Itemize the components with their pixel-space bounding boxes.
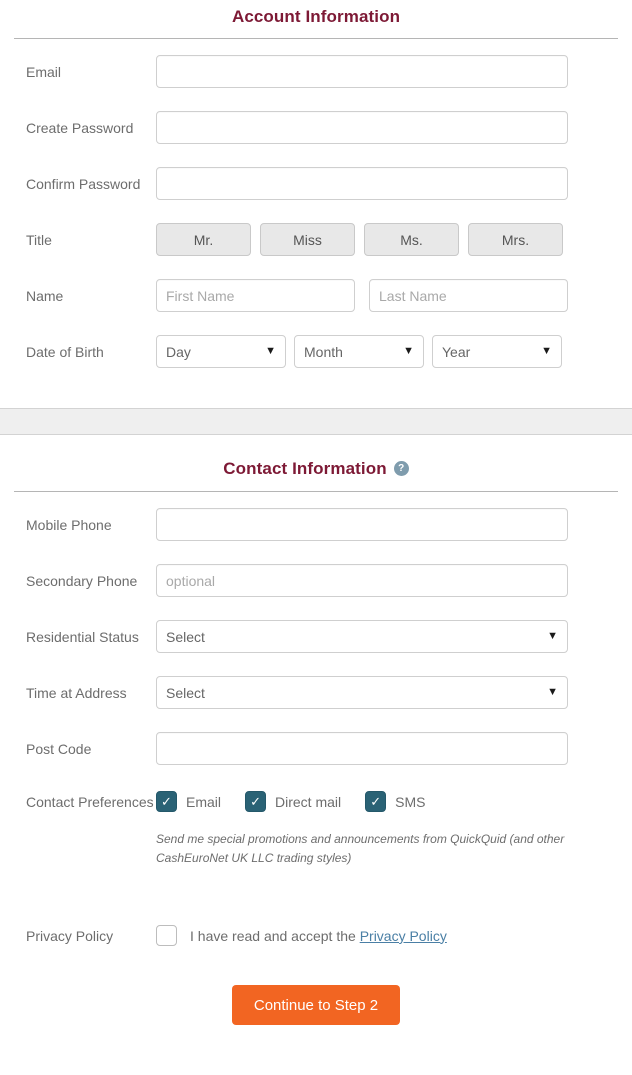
contact-pref-email-label: Email (186, 793, 222, 810)
secondary-phone-input[interactable] (156, 564, 568, 597)
time-at-address-value: Select (166, 684, 205, 701)
account-section-title: Account Information (231, 7, 401, 26)
dob-day-value: Day (166, 343, 191, 360)
post-code-label: Post Code (26, 740, 92, 757)
dob-year-select[interactable]: Year ▼ (432, 335, 562, 368)
privacy-policy-checkbox[interactable] (156, 925, 177, 947)
privacy-policy-row: Privacy Policy I have read and accept th… (0, 925, 632, 947)
account-section-divider (14, 38, 618, 39)
confirm-password-input[interactable] (156, 167, 568, 200)
residential-status-select[interactable]: Select ▼ (156, 620, 568, 653)
create-password-label: Create Password (26, 119, 134, 136)
post-code-input[interactable] (156, 732, 568, 765)
contact-section-title: Contact Information (223, 459, 387, 478)
residential-status-value: Select (166, 628, 205, 645)
dob-year-value: Year (442, 343, 471, 360)
contact-pref-sms-label: SMS (395, 793, 426, 810)
create-password-input[interactable] (156, 111, 568, 144)
privacy-policy-link[interactable]: Privacy Policy (360, 928, 447, 944)
email-row: Email (0, 55, 632, 88)
confirm-password-row: Confirm Password (0, 167, 632, 200)
privacy-policy-accept-prefix: I have read and accept the (190, 927, 360, 944)
privacy-policy-label: Privacy Policy (26, 927, 114, 944)
create-password-row: Create Password (0, 111, 632, 144)
date-of-birth-label: Date of Birth (26, 343, 104, 360)
continue-to-step-2-button[interactable]: Continue to Step 2 (231, 985, 401, 1026)
post-code-row: Post Code (0, 732, 632, 765)
chevron-down-icon: ▼ (541, 345, 552, 357)
question-mark-icon[interactable]: ? (393, 461, 409, 476)
title-option-miss[interactable]: Miss (260, 223, 355, 256)
title-option-mrs[interactable]: Mrs. (468, 223, 563, 256)
privacy-policy-accept-text: I have read and accept the Privacy Polic… (190, 928, 447, 944)
name-row: Name (0, 279, 632, 312)
chevron-down-icon: ▼ (547, 686, 558, 698)
contact-pref-direct-mail-label: Direct mail (275, 793, 342, 810)
residential-status-row: Residential Status Select ▼ (0, 620, 632, 653)
first-name-input[interactable] (156, 279, 355, 312)
mobile-phone-label: Mobile Phone (26, 516, 112, 533)
confirm-password-label: Confirm Password (26, 175, 141, 192)
contact-preferences-note: Send me special promotions and announcem… (156, 832, 565, 865)
contact-pref-direct-mail-checkbox[interactable]: ✓ (245, 791, 267, 812)
chevron-down-icon: ▼ (547, 630, 558, 642)
contact-preferences-row: Contact Preferences ✓ Email ✓ Direct mai… (0, 791, 632, 812)
dob-month-value: Month (304, 343, 343, 360)
residential-status-label: Residential Status (26, 628, 139, 645)
time-at-address-select[interactable]: Select ▼ (156, 676, 568, 709)
mobile-phone-input[interactable] (156, 508, 568, 541)
contact-preferences-label: Contact Preferences (26, 793, 154, 810)
secondary-phone-label: Secondary Phone (26, 572, 138, 589)
contact-information-section: Contact Information ? Mobile Phone Secon… (0, 435, 632, 947)
chevron-down-icon: ▼ (403, 345, 414, 357)
time-at-address-row: Time at Address Select ▼ (0, 676, 632, 709)
name-label: Name (26, 287, 64, 304)
title-option-mr[interactable]: Mr. (156, 223, 251, 256)
account-information-section: Account Information Email Create Passwor… (0, 0, 632, 368)
title-option-ms[interactable]: Ms. (364, 223, 459, 256)
time-at-address-label: Time at Address (26, 684, 127, 701)
secondary-phone-row: Secondary Phone (0, 564, 632, 597)
title-row: Title Mr. Miss Ms. Mrs. (0, 223, 632, 256)
contact-preferences-note-row: Send me special promotions and announcem… (0, 830, 632, 867)
title-label: Title (26, 231, 52, 248)
email-input[interactable] (156, 55, 568, 88)
email-label: Email (26, 63, 62, 80)
last-name-input[interactable] (369, 279, 568, 312)
mobile-phone-row: Mobile Phone (0, 508, 632, 541)
contact-section-divider (14, 491, 618, 492)
dob-month-select[interactable]: Month ▼ (294, 335, 424, 368)
date-of-birth-row: Date of Birth Day ▼ Month ▼ Year ▼ (0, 335, 632, 368)
section-separator-band (0, 408, 632, 435)
chevron-down-icon: ▼ (265, 345, 276, 357)
contact-pref-sms-checkbox[interactable]: ✓ (365, 791, 387, 812)
contact-pref-email-checkbox[interactable]: ✓ (156, 791, 177, 812)
dob-day-select[interactable]: Day ▼ (156, 335, 286, 368)
